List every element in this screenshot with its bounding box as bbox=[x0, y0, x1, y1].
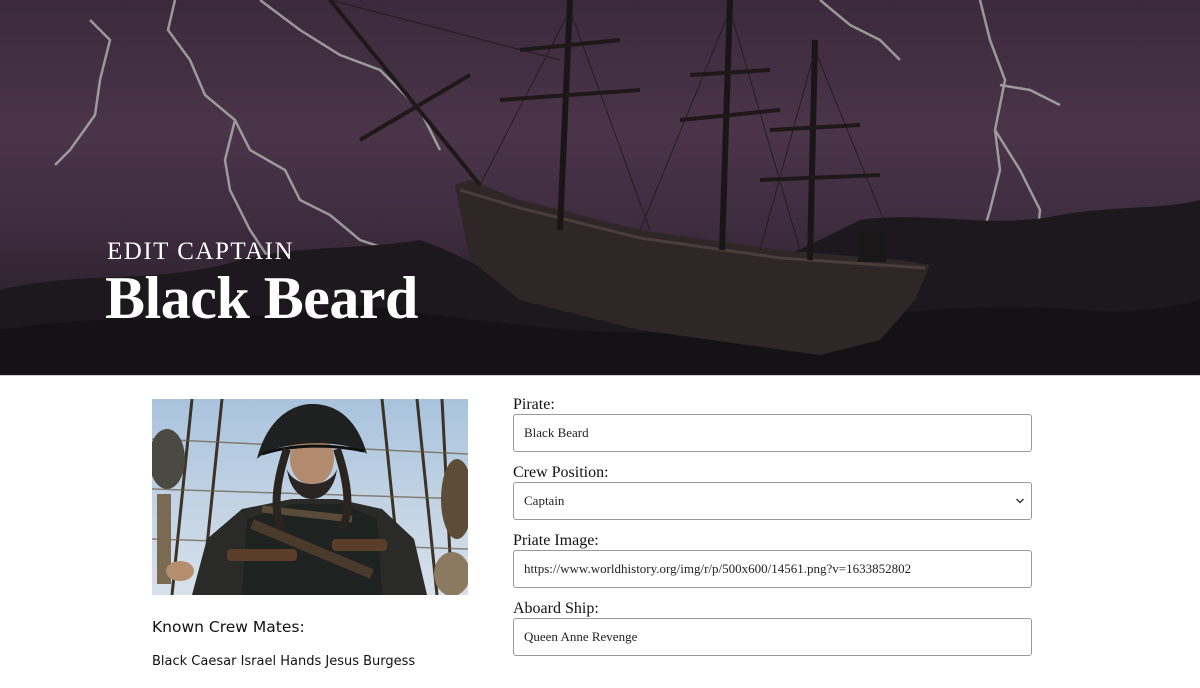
captain-portrait bbox=[152, 399, 468, 595]
image-url-input[interactable]: https://www.worldhistory.org/img/r/p/500… bbox=[513, 550, 1032, 588]
page-title: Black Beard bbox=[105, 265, 418, 331]
crew-position-select[interactable]: Captain bbox=[513, 482, 1032, 520]
crew-mates-list: Black Caesar Israel Hands Jesus Burgess bbox=[152, 654, 416, 669]
pirate-input[interactable]: Black Beard bbox=[513, 414, 1032, 452]
edit-captain-form: Pirate: Black Beard Crew Position: Capta… bbox=[513, 396, 1032, 668]
crew-mates-heading: Known Crew Mates: bbox=[152, 618, 305, 636]
ship-input-value: Queen Anne Revenge bbox=[524, 629, 638, 644]
ship-label: Aboard Ship: bbox=[513, 600, 599, 617]
chevron-down-icon bbox=[1016, 498, 1024, 504]
hero-banner: EDIT CAPTAIN Black Beard bbox=[0, 0, 1200, 376]
image-field: Priate Image: https://www.worldhistory.o… bbox=[513, 532, 1032, 588]
crew-position-field: Crew Position: Captain bbox=[513, 464, 1032, 520]
crew-position-label: Crew Position: bbox=[513, 464, 609, 481]
pirate-field: Pirate: Black Beard bbox=[513, 396, 1032, 452]
ship-field: Aboard Ship: Queen Anne Revenge bbox=[513, 600, 1032, 656]
crew-position-value: Captain bbox=[524, 493, 565, 508]
ship-input[interactable]: Queen Anne Revenge bbox=[513, 618, 1032, 656]
page-eyebrow: EDIT CAPTAIN bbox=[107, 238, 295, 265]
captain-profile: Known Crew Mates: Black Caesar Israel Ha… bbox=[152, 399, 468, 669]
image-label: Priate Image: bbox=[513, 532, 599, 549]
pirate-label: Pirate: bbox=[513, 396, 555, 413]
image-url-value: https://www.worldhistory.org/img/r/p/500… bbox=[524, 561, 912, 576]
pirate-input-value: Black Beard bbox=[524, 425, 589, 440]
